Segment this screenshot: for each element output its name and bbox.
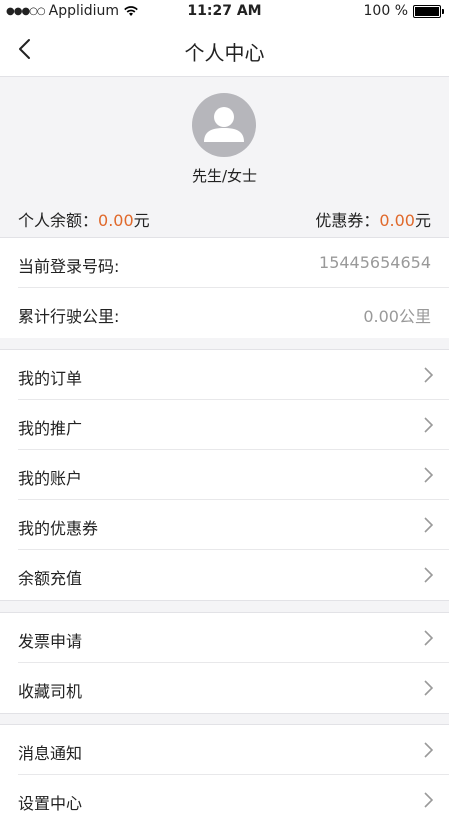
chevron-right-icon bbox=[424, 367, 433, 383]
status-bar: ●●●○○ Applidium 11:27 AM 100 % bbox=[0, 0, 449, 24]
menu-item-notifications[interactable]: 消息通知 bbox=[0, 725, 449, 775]
menu-group-account: 我的订单 我的推广 我的账户 我的优惠券 余额充值 bbox=[0, 349, 449, 601]
chevron-right-icon bbox=[424, 467, 433, 483]
menu-item-label: 设置中心 bbox=[18, 794, 83, 813]
phone-label: 当前登录号码: bbox=[18, 257, 120, 276]
status-right: 100 % bbox=[363, 3, 444, 19]
menu-item-my-promotion[interactable]: 我的推广 bbox=[0, 400, 449, 450]
chevron-right-icon bbox=[424, 517, 433, 533]
balance-unit: 元 bbox=[133, 211, 150, 230]
menu-item-my-account[interactable]: 我的账户 bbox=[0, 450, 449, 500]
menu-item-my-coupons[interactable]: 我的优惠券 bbox=[0, 500, 449, 550]
chevron-right-icon bbox=[424, 630, 433, 646]
menu-item-label: 余额充值 bbox=[18, 569, 83, 588]
chevron-right-icon bbox=[424, 680, 433, 696]
menu-item-label: 我的推广 bbox=[18, 419, 83, 438]
avatar[interactable] bbox=[192, 93, 256, 157]
menu-item-recharge[interactable]: 余额充值 bbox=[0, 550, 449, 600]
menu-group-system: 消息通知 设置中心 bbox=[0, 724, 449, 825]
phone-value: 15445654654 bbox=[319, 253, 431, 272]
chevron-right-icon bbox=[424, 417, 433, 433]
profile-header: 先生/女士 个人余额：0.00元 优惠券：0.00元 bbox=[0, 77, 449, 236]
battery-icon bbox=[413, 4, 444, 18]
menu-item-invoice[interactable]: 发票申请 bbox=[0, 613, 449, 663]
mileage-value: 0.00公里 bbox=[363, 307, 431, 326]
navigation-bar: 个人中心 bbox=[0, 24, 449, 77]
balance-value: 0.00 bbox=[98, 211, 134, 230]
mileage-label: 累计行驶公里: bbox=[18, 307, 120, 326]
menu-item-settings[interactable]: 设置中心 bbox=[0, 775, 449, 825]
balance-summary: 个人余额：0.00元 bbox=[18, 207, 150, 231]
chevron-right-icon bbox=[424, 792, 433, 808]
battery-percent: 100 % bbox=[363, 3, 408, 19]
menu-item-label: 消息通知 bbox=[18, 744, 83, 763]
menu-item-label: 我的账户 bbox=[18, 469, 83, 488]
page-title: 个人中心 bbox=[184, 41, 265, 65]
menu-item-favorite-drivers[interactable]: 收藏司机 bbox=[0, 663, 449, 713]
user-nickname: 先生/女士 bbox=[191, 167, 258, 185]
chevron-right-icon bbox=[424, 567, 433, 583]
phone-row: 当前登录号码: 15445654654 bbox=[0, 238, 449, 288]
menu-item-label: 我的优惠券 bbox=[18, 519, 99, 538]
menu-item-label: 我的订单 bbox=[18, 369, 83, 388]
menu-item-my-orders[interactable]: 我的订单 bbox=[0, 350, 449, 400]
coupon-summary: 优惠券：0.00元 bbox=[315, 207, 431, 231]
menu-item-label: 收藏司机 bbox=[18, 682, 83, 701]
balance-label: 个人余额： bbox=[18, 211, 99, 230]
person-icon bbox=[204, 107, 244, 142]
mileage-row: 累计行驶公里: 0.00公里 bbox=[0, 288, 449, 338]
menu-group-services: 发票申请 收藏司机 bbox=[0, 612, 449, 714]
coupon-unit: 元 bbox=[414, 211, 431, 230]
coupon-value: 0.00 bbox=[379, 211, 415, 230]
account-info: 当前登录号码: 15445654654 累计行驶公里: 0.00公里 bbox=[0, 237, 449, 338]
chevron-right-icon bbox=[424, 742, 433, 758]
menu-item-label: 发票申请 bbox=[18, 632, 83, 651]
coupon-label: 优惠券： bbox=[315, 211, 380, 230]
